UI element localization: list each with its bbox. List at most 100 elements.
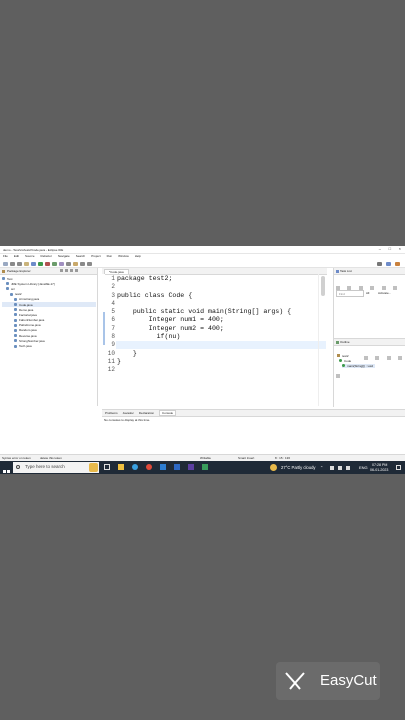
editor-scrollbar[interactable] (318, 274, 327, 406)
tab-declaration[interactable]: Declaration (139, 411, 154, 415)
battery-icon[interactable] (346, 465, 350, 470)
code-line[interactable]: Integer num1 = 400; (117, 316, 291, 324)
outline-method[interactable]: main(String[]) : void (342, 364, 376, 368)
mail-icon[interactable] (174, 464, 180, 470)
taskbar: Type here to search 27°C Partly cloudy ⌃… (0, 461, 405, 474)
menu-search[interactable]: Search (76, 254, 86, 258)
line-number: 7 (111, 324, 115, 332)
tab-problems[interactable]: Problems (105, 411, 118, 415)
menu-file[interactable]: File (3, 254, 8, 258)
new-class-icon[interactable] (52, 261, 57, 266)
edge-icon[interactable] (132, 464, 138, 470)
collapse-icon[interactable] (381, 286, 386, 290)
code-line[interactable] (117, 341, 291, 349)
perspective-icon[interactable] (386, 262, 391, 266)
save-all-icon[interactable] (17, 261, 22, 266)
minimize-view-icon[interactable] (75, 269, 78, 272)
menu-source[interactable]: Source (25, 254, 35, 258)
store-icon[interactable] (160, 464, 166, 470)
back-icon[interactable] (80, 261, 85, 266)
editor-tab[interactable]: *Code.java (104, 268, 129, 274)
outline-package[interactable]: test2 (337, 354, 349, 358)
close-icon[interactable]: × (399, 247, 401, 251)
menu-edit[interactable]: Edit (14, 254, 19, 258)
sort-icon[interactable] (364, 356, 368, 360)
code-line[interactable]: Integer num2 = 400; (117, 325, 291, 333)
file-explorer-icon[interactable] (118, 464, 124, 470)
windows-start-icon[interactable] (3, 464, 10, 473)
taskbar-search[interactable]: Type here to search (13, 462, 99, 473)
search-tool-icon[interactable] (66, 261, 71, 266)
file-icon (6, 287, 9, 291)
code-line[interactable] (117, 283, 291, 291)
code-line[interactable]: package test2; (117, 275, 291, 283)
link-editor-icon[interactable] (65, 269, 68, 272)
code-line[interactable] (117, 366, 291, 374)
code-line[interactable]: public static void main(String[] args) { (117, 308, 291, 316)
sync-icon[interactable] (370, 286, 375, 290)
maximize-icon[interactable]: □ (389, 247, 391, 251)
tab-javadoc[interactable]: Javadoc (123, 411, 134, 415)
hide-nonpublic-icon[interactable] (398, 356, 403, 360)
clock-time[interactable]: 07:28 PM (372, 463, 387, 468)
task-find-input[interactable]: Find (336, 290, 364, 297)
menu-project[interactable]: Project (91, 254, 100, 258)
network-icon[interactable] (330, 465, 334, 470)
clock-date[interactable]: 06-01-2023 (370, 468, 388, 473)
weather-text[interactable]: 27°C Partly cloudy (281, 465, 316, 471)
watermark-text: EasyCut (320, 672, 377, 689)
new-package-icon[interactable] (59, 261, 64, 266)
app-icon[interactable] (202, 464, 208, 470)
menu-window[interactable]: Window (118, 254, 129, 258)
menu-help[interactable]: Help (135, 254, 141, 258)
language-indicator[interactable]: ENG (359, 465, 368, 470)
search-icon[interactable] (377, 262, 382, 266)
line-number: 12 (107, 366, 115, 374)
code-line[interactable]: if(nu) (117, 333, 291, 341)
outline-menu-icon[interactable] (336, 374, 340, 378)
code-line[interactable]: public class Code { (117, 292, 291, 300)
run-icon[interactable] (38, 261, 43, 266)
java-perspective-icon[interactable] (395, 262, 400, 266)
save-icon[interactable] (10, 261, 15, 266)
task-filter-all[interactable]: All (366, 291, 369, 295)
new-icon[interactable] (3, 261, 8, 266)
console-message: No consoles to display at this time. (104, 418, 151, 422)
expand-icon[interactable] (393, 286, 398, 290)
code-line[interactable]: } (117, 358, 291, 366)
tree-item[interactable]: Tech.java (2, 343, 96, 348)
scrollbar-thumb[interactable] (321, 276, 325, 296)
terminal-icon[interactable] (24, 261, 29, 266)
search-glass-icon (16, 465, 20, 469)
code-line[interactable] (117, 300, 291, 308)
menu-run[interactable]: Run (107, 254, 113, 258)
open-type-icon[interactable] (73, 261, 78, 266)
code-line[interactable]: } (117, 350, 291, 358)
file-icon (2, 277, 5, 281)
notification-icon[interactable] (396, 465, 401, 470)
hide-static-icon[interactable] (386, 356, 391, 360)
hide-fields-icon[interactable] (375, 356, 380, 360)
weather-icon[interactable] (270, 464, 277, 471)
volume-icon[interactable] (338, 465, 342, 470)
outline-class[interactable]: Code (339, 359, 351, 363)
code-text[interactable]: package test2; public class Code { public… (117, 275, 291, 375)
file-icon (6, 282, 9, 286)
tray-chevron-icon[interactable]: ⌃ (320, 465, 323, 470)
forward-icon[interactable] (87, 261, 92, 266)
menu-navigate[interactable]: Navigate (58, 254, 70, 258)
collapse-all-icon[interactable] (60, 269, 63, 272)
eclipse-taskbar-icon[interactable] (188, 464, 194, 470)
task-view-icon[interactable] (104, 464, 110, 470)
screen: demo - Test/src/test2/Code.java - Eclips… (0, 246, 405, 474)
easycut-logo-icon (284, 671, 306, 691)
tab-console[interactable]: Console (159, 410, 177, 416)
task-activate[interactable]: Activate... (378, 291, 391, 295)
menu-refactor[interactable]: Refactor (41, 254, 52, 258)
stop-icon[interactable] (45, 261, 50, 266)
debug-icon[interactable] (31, 261, 36, 266)
line-number: 8 (111, 333, 115, 341)
view-menu-icon[interactable] (70, 269, 73, 272)
chrome-icon[interactable] (146, 464, 152, 470)
minimize-icon[interactable]: – (379, 247, 381, 251)
